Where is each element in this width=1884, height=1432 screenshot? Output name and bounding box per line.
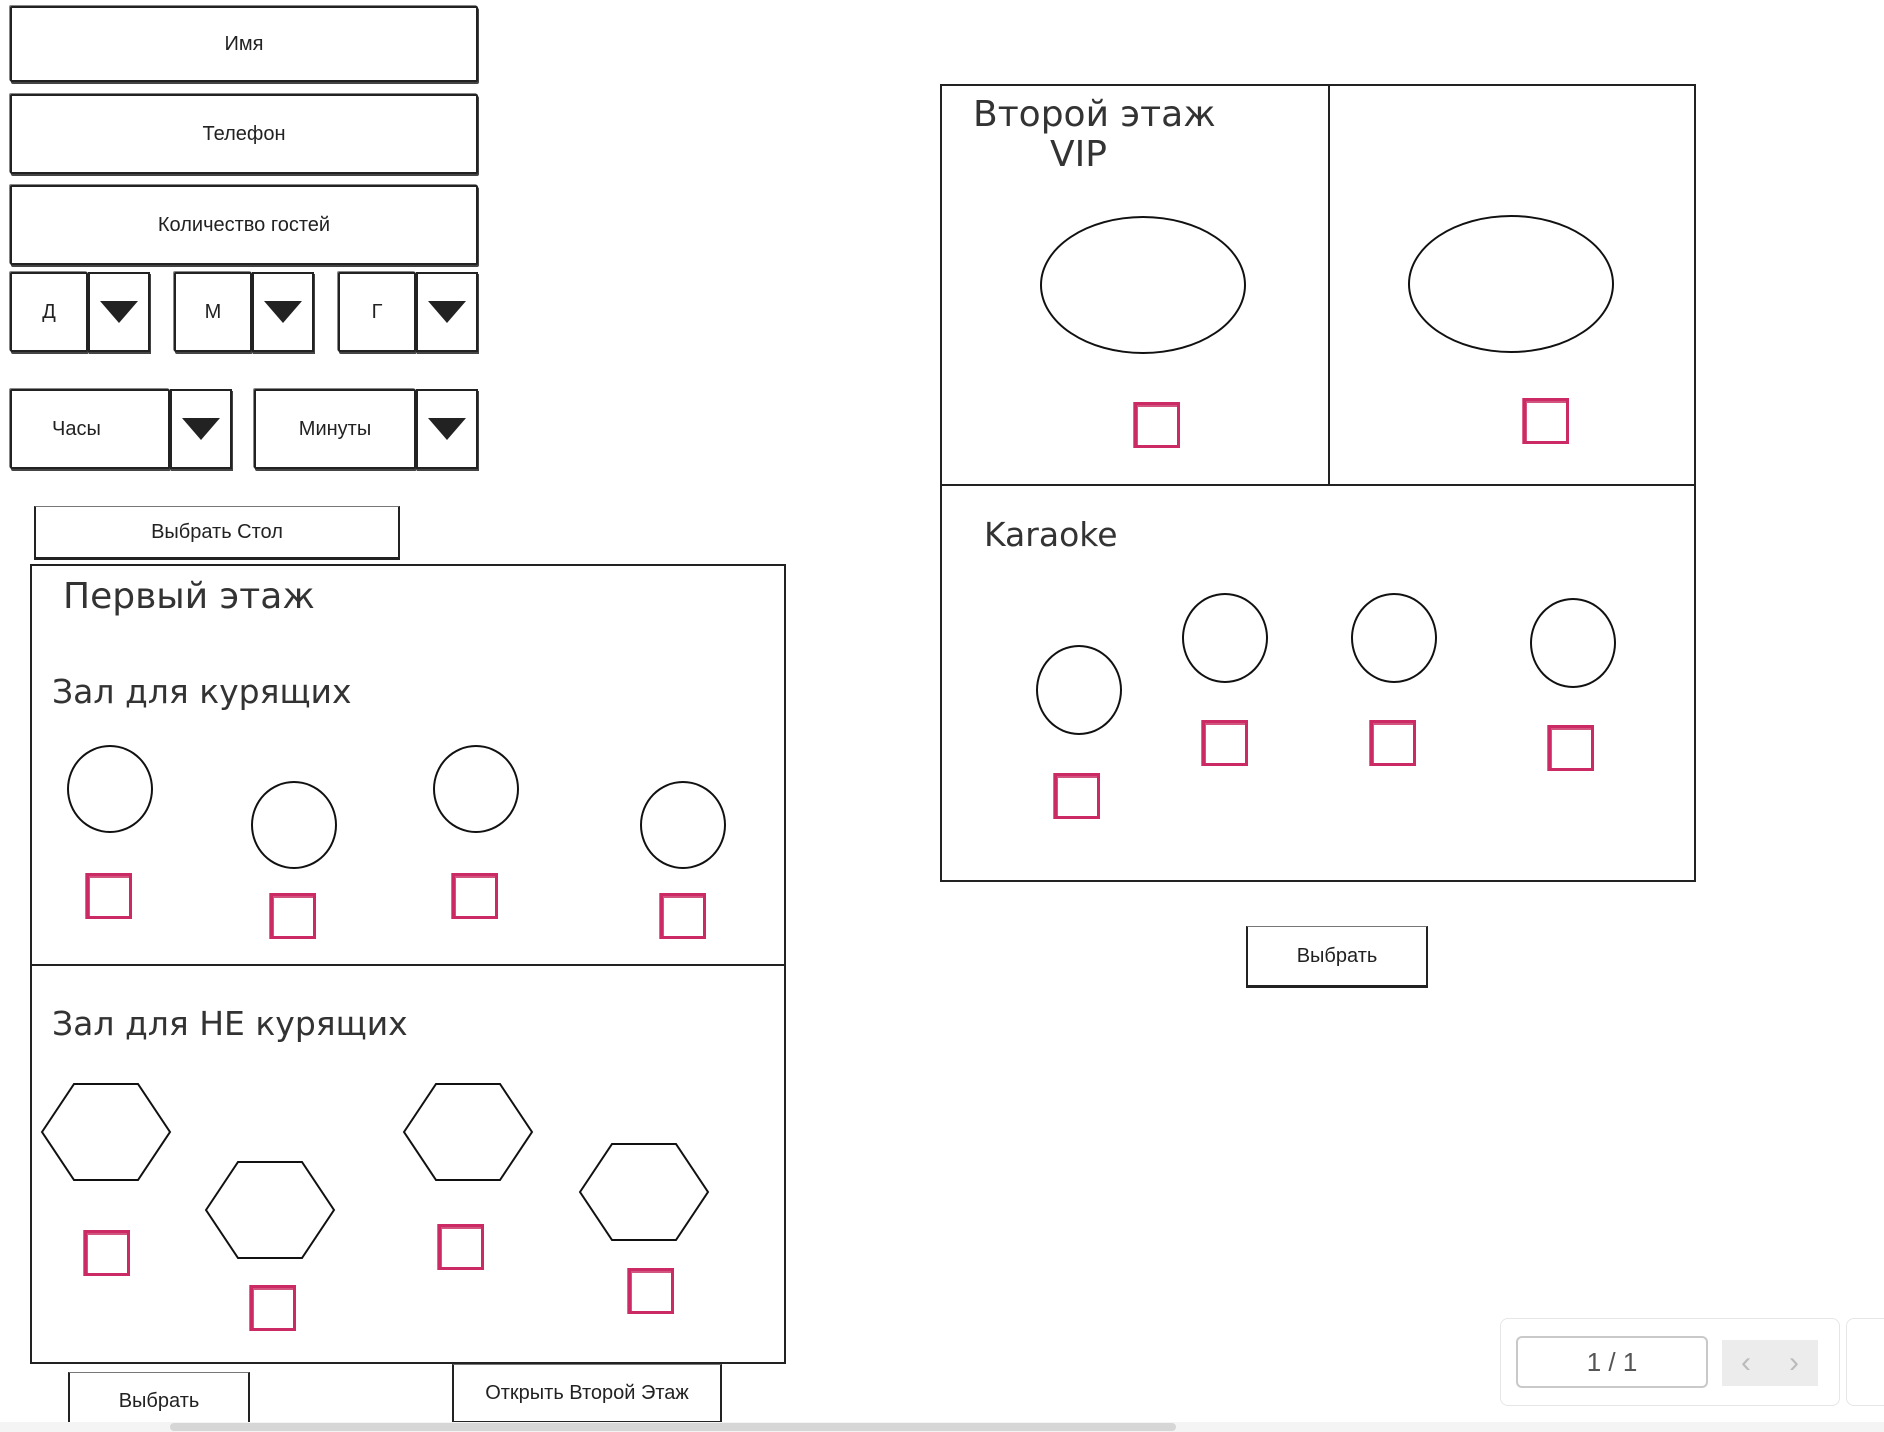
vip-table-1-checkbox[interactable] [1134, 402, 1180, 448]
smoking-table-4[interactable] [640, 781, 726, 869]
karaoke-table-2-checkbox[interactable] [1202, 720, 1248, 766]
year-select[interactable]: Г [338, 272, 416, 352]
chevron-down-icon [182, 418, 220, 440]
nonsmoking-table-1-checkbox[interactable] [84, 1230, 130, 1276]
chevron-down-icon [428, 301, 466, 323]
second-floor-select-button-label: Выбрать [1296, 944, 1378, 967]
smoking-table-4-checkbox[interactable] [660, 893, 706, 939]
smoking-table-2-checkbox[interactable] [270, 893, 316, 939]
smoking-table-3[interactable] [433, 745, 519, 833]
nonsmoking-table-1[interactable] [40, 1082, 172, 1182]
nonsmoking-table-3-checkbox[interactable] [438, 1224, 484, 1270]
chevron-left-icon: ‹ [1741, 1346, 1751, 1379]
guests-field-placeholder: Количество гостей [157, 213, 331, 236]
karaoke-title: Karaoke [984, 515, 1118, 554]
vip-table-1[interactable] [1040, 216, 1246, 354]
nonsmoking-table-2[interactable] [204, 1160, 336, 1260]
year-select-label: Г [371, 300, 383, 323]
nonsmoking-table-2-checkbox[interactable] [250, 1285, 296, 1331]
pager-edge [1846, 1318, 1884, 1406]
phone-field-placeholder: Телефон [202, 122, 286, 145]
name-field-placeholder: Имя [224, 32, 264, 55]
year-dropdown-button[interactable] [416, 272, 478, 352]
minutes-dropdown-button[interactable] [416, 389, 478, 469]
minutes-select-label: Минуты [298, 417, 372, 440]
smoking-table-2[interactable] [251, 781, 337, 869]
open-second-floor-button[interactable]: Открыть Второй Этаж [452, 1364, 722, 1424]
page-indicator-input[interactable]: 1 / 1 [1516, 1336, 1708, 1388]
second-floor-subtitle: VIP [1050, 134, 1107, 175]
phone-field[interactable]: Телефон [10, 94, 478, 174]
nonsmoking-table-3[interactable] [402, 1082, 534, 1182]
vip-table-2[interactable] [1408, 215, 1614, 353]
smoking-table-1-checkbox[interactable] [86, 873, 132, 919]
karaoke-table-2[interactable] [1182, 593, 1268, 683]
karaoke-divider [942, 484, 1694, 486]
name-field[interactable]: Имя [10, 6, 478, 82]
smoking-hall-title: Зал для курящих [52, 672, 352, 711]
vip-table-2-checkbox[interactable] [1523, 398, 1569, 444]
choose-table-button[interactable]: Выбрать Стол [34, 506, 400, 560]
horizontal-scrollbar-thumb[interactable] [170, 1423, 1176, 1431]
day-select[interactable]: Д [10, 272, 88, 352]
page-indicator: 1 / 1 [1586, 1346, 1638, 1377]
hours-select[interactable]: Часы [10, 389, 170, 469]
karaoke-table-3-checkbox[interactable] [1370, 720, 1416, 766]
nonsmoking-table-4-checkbox[interactable] [628, 1268, 674, 1314]
day-select-label: Д [42, 300, 56, 323]
nonsmoking-table-4[interactable] [578, 1142, 710, 1242]
karaoke-table-1-checkbox[interactable] [1054, 773, 1100, 819]
hours-select-label: Часы [52, 417, 101, 440]
month-select-label: М [204, 300, 222, 323]
chevron-right-icon: › [1789, 1346, 1799, 1379]
second-floor-select-button[interactable]: Выбрать [1246, 926, 1428, 988]
minutes-select[interactable]: Минуты [254, 389, 416, 469]
choose-table-button-label: Выбрать Стол [151, 520, 283, 543]
smoking-divider [32, 964, 784, 966]
next-page-button[interactable]: › [1770, 1340, 1818, 1386]
chevron-down-icon [428, 418, 466, 440]
karaoke-table-4-checkbox[interactable] [1548, 725, 1594, 771]
open-second-floor-button-label: Открыть Второй Этаж [485, 1381, 689, 1404]
hours-dropdown-button[interactable] [170, 389, 232, 469]
first-floor-select-button-label: Выбрать [118, 1389, 200, 1412]
prev-page-button[interactable]: ‹ [1722, 1340, 1770, 1386]
month-select[interactable]: М [174, 272, 252, 352]
karaoke-table-4[interactable] [1530, 598, 1616, 688]
second-floor-title: Второй этаж [973, 94, 1216, 135]
karaoke-table-1[interactable] [1036, 645, 1122, 735]
karaoke-table-3[interactable] [1351, 593, 1437, 683]
smoking-table-1[interactable] [67, 745, 153, 833]
smoking-table-3-checkbox[interactable] [452, 873, 498, 919]
day-dropdown-button[interactable] [88, 272, 150, 352]
vip-divider-vertical [1328, 86, 1330, 484]
chevron-down-icon [100, 301, 138, 323]
chevron-down-icon [264, 301, 302, 323]
month-dropdown-button[interactable] [252, 272, 314, 352]
nonsmoking-hall-title: Зал для НЕ курящих [52, 1004, 408, 1043]
guests-field[interactable]: Количество гостей [10, 185, 478, 265]
first-floor-title: Первый этаж [63, 576, 315, 617]
